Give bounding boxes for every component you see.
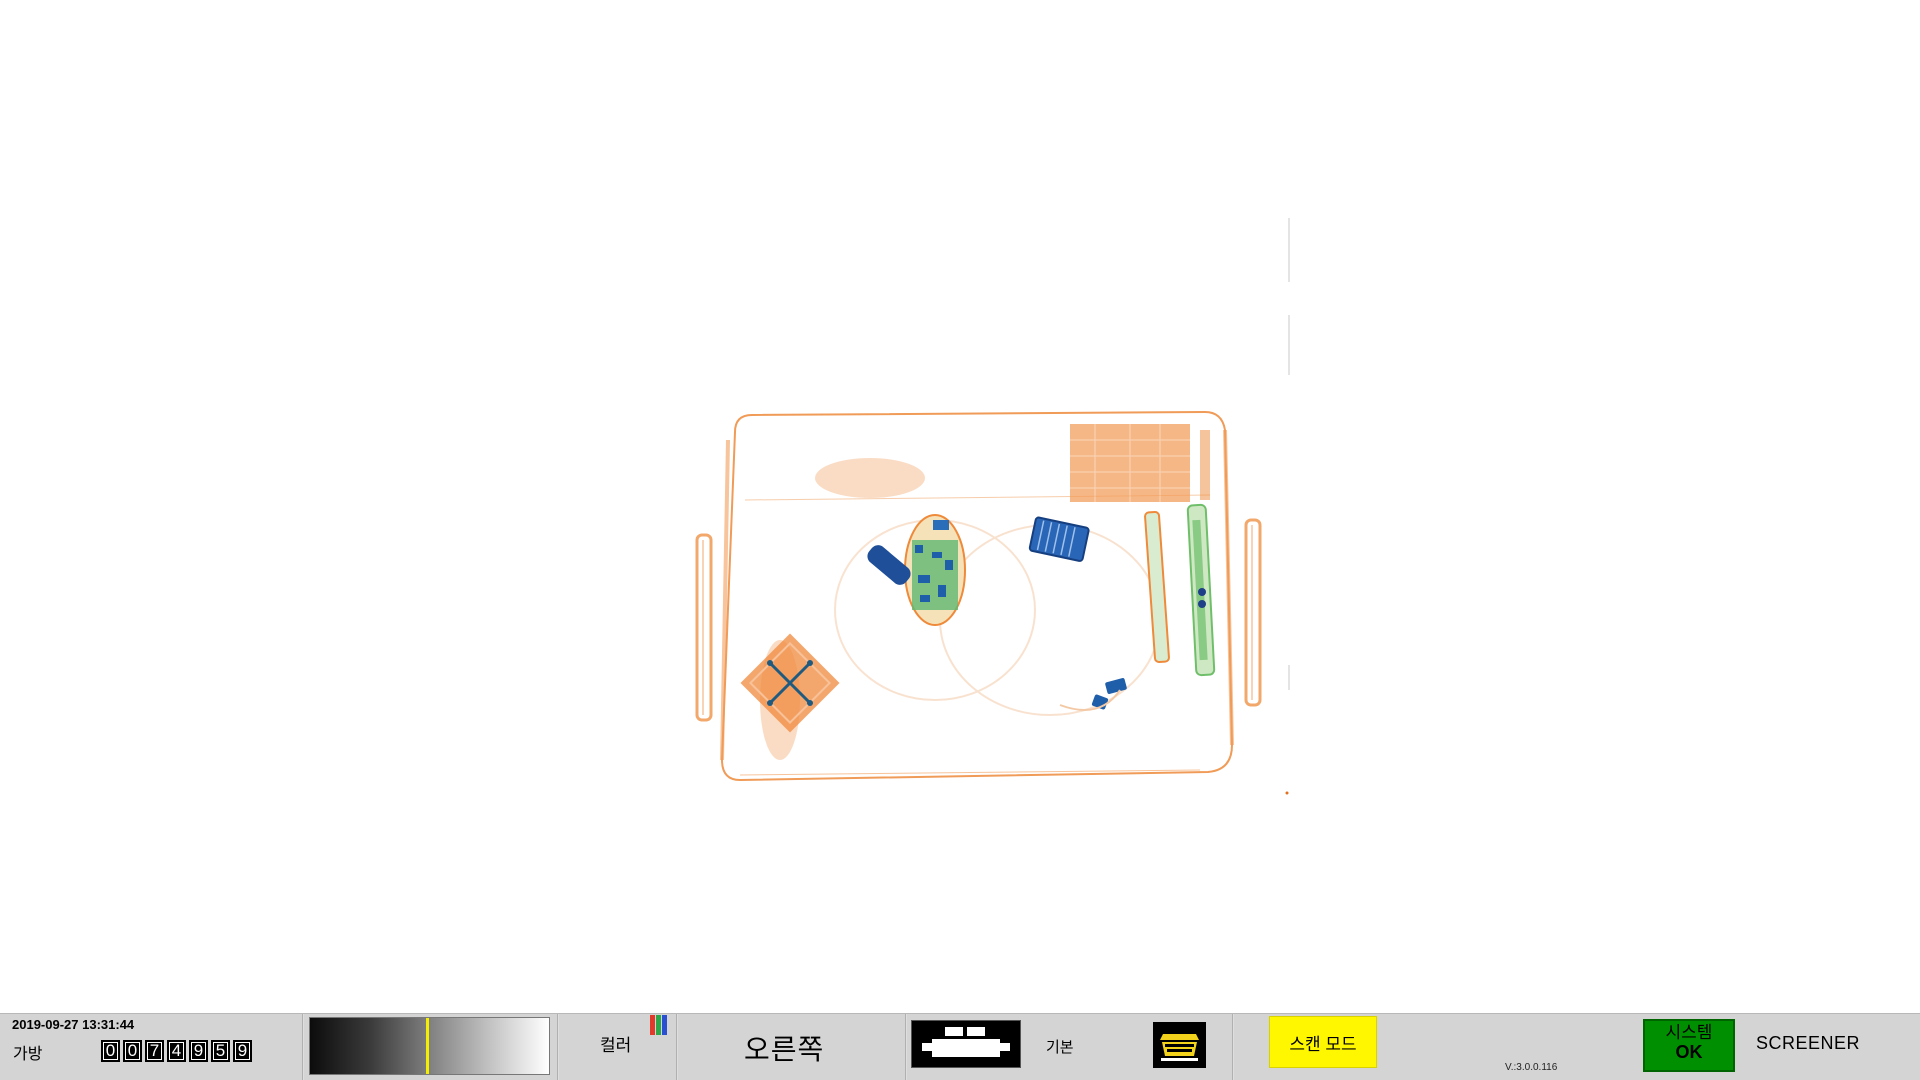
version-label: V.:3.0.0.116 <box>1505 1062 1558 1073</box>
color-mode-label[interactable]: 컬러 <box>600 1031 631 1056</box>
bag-counter-digit: 5 <box>211 1040 230 1062</box>
bag-counter-digit: 9 <box>189 1040 208 1062</box>
divider <box>557 1014 559 1080</box>
gray-level-slider[interactable] <box>309 1017 550 1075</box>
bag-counter-digit: 0 <box>123 1040 142 1062</box>
conveyor-button[interactable] <box>911 1020 1021 1068</box>
divider <box>1232 1014 1234 1080</box>
system-status-indicator: 시스템 OK <box>1643 1019 1735 1072</box>
system-status-value: OK <box>1675 1042 1703 1062</box>
bag-count-label: 가방 <box>13 1046 43 1063</box>
bag-counter-digit: 9 <box>233 1040 252 1062</box>
tray-bin-button[interactable] <box>1153 1022 1206 1068</box>
datetime-display: 2019-09-27 13:31:44 <box>12 1017 135 1032</box>
tray-bin-icon <box>1160 1034 1199 1061</box>
gray-level-marker[interactable] <box>426 1018 429 1074</box>
conveyor-belt-icon <box>922 1027 1010 1057</box>
divider <box>676 1014 678 1080</box>
divider <box>905 1014 907 1080</box>
bag-counter-digit: 7 <box>145 1040 164 1062</box>
scan-mode-label: 스캔 모드 <box>1289 1034 1357 1054</box>
bag-counter-digit: 0 <box>101 1040 120 1062</box>
status-bar: 2019-09-27 13:31:44 가방 0 0 7 4 9 5 9 컬러 … <box>0 1013 1920 1080</box>
rgb-bars-icon[interactable] <box>650 1015 668 1035</box>
bag-counter: 0 0 7 4 9 5 9 <box>101 1040 252 1062</box>
system-status-title: 시스템 <box>1665 1023 1713 1042</box>
divider <box>302 1014 304 1080</box>
bag-counter-digit: 4 <box>167 1040 186 1062</box>
direction-toggle[interactable]: 오른쪽 <box>744 1028 824 1068</box>
user-role-label: SCREENER <box>1756 1033 1861 1053</box>
xray-scan-image <box>695 218 1290 795</box>
scan-mode-button[interactable]: 스캔 모드 <box>1269 1016 1377 1068</box>
xray-image-viewer[interactable] <box>0 0 1920 1013</box>
basic-mode-label[interactable]: 기본 <box>1046 1036 1074 1057</box>
